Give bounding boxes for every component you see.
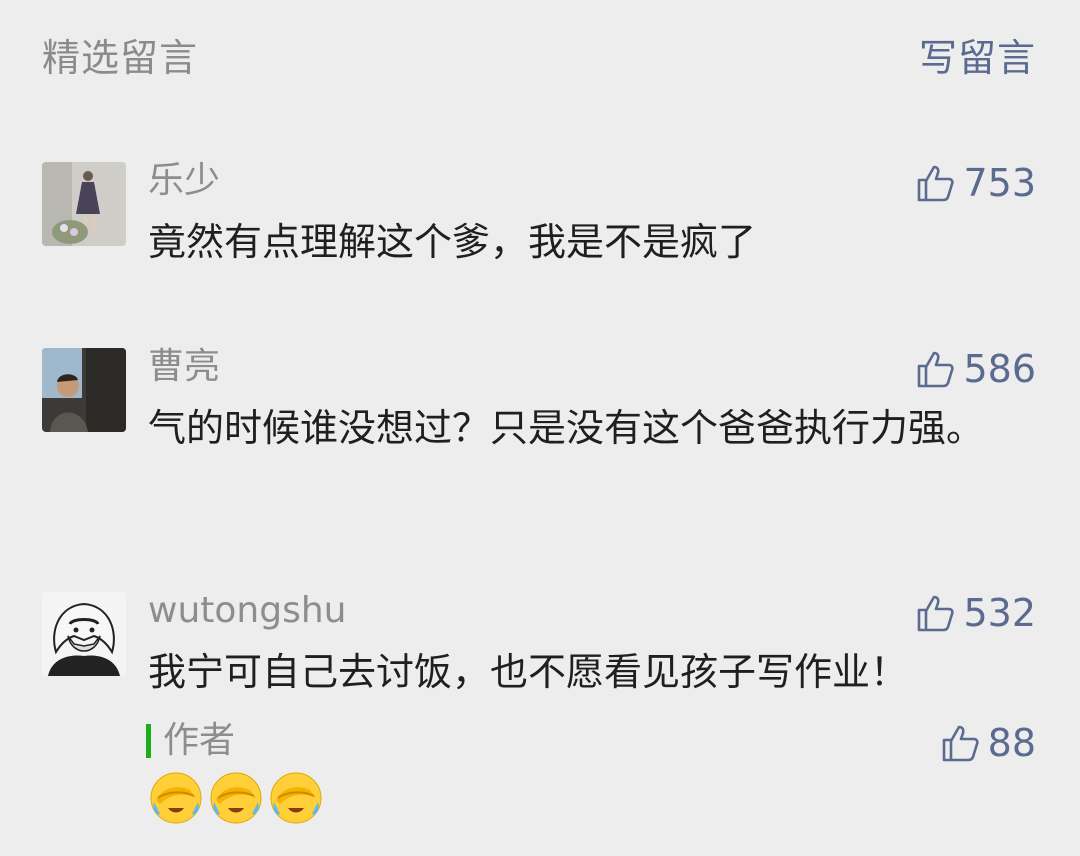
comment-text: 气的时候谁没想过？只是没有这个爸爸执行力强。 (148, 406, 985, 450)
like-count: 586 (963, 347, 1036, 391)
like-button[interactable]: 532 (915, 592, 1036, 634)
author-label: 作者 (163, 720, 236, 761)
thumbs-up-icon (918, 595, 955, 632)
author-reply-label: 作者 (146, 720, 235, 762)
header-title: 精选留言 (42, 36, 199, 80)
reply-like-button[interactable]: 88 (940, 722, 1036, 764)
avatar[interactable] (42, 348, 126, 432)
reply-like-count: 88 (987, 721, 1036, 765)
thumbs-up-icon (918, 165, 955, 202)
write-comment-link[interactable]: 写留言 (919, 36, 1036, 80)
face-palm-emoji (210, 772, 262, 824)
author-indicator-bar (146, 724, 151, 758)
avatar[interactable] (42, 162, 126, 246)
comment-text: 我宁可自己去讨饭，也不愿看见孩子写作业！ (148, 650, 909, 694)
like-count: 753 (963, 161, 1036, 205)
like-count: 532 (963, 591, 1036, 635)
comment-text: 竟然有点理解这个爹，我是不是疯了 (148, 220, 757, 264)
thumbs-up-icon (942, 725, 979, 762)
comment-nickname: 曹亮 (148, 346, 221, 387)
face-palm-emoji (150, 772, 202, 824)
face-palm-emoji (270, 772, 322, 824)
reply-emoji-row (148, 770, 324, 826)
like-button[interactable]: 753 (915, 162, 1036, 204)
avatar[interactable] (42, 592, 126, 676)
like-button[interactable]: 586 (915, 348, 1036, 390)
comment-nickname: wutongshu (148, 590, 347, 631)
thumbs-up-icon (918, 351, 955, 388)
comment-nickname: 乐少 (148, 160, 221, 201)
